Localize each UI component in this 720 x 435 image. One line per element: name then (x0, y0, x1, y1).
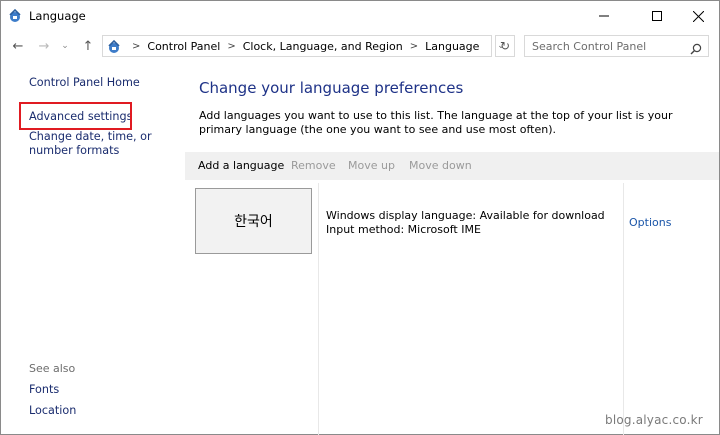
move-up-button[interactable]: Move up (348, 159, 395, 172)
column-divider (623, 183, 624, 435)
address-bar[interactable]: > Control Panel > Clock, Language, and R… (102, 35, 492, 57)
move-down-button[interactable]: Move down (409, 159, 472, 172)
main-content: Change your language preferences Add lan… (185, 61, 719, 435)
page-title: Change your language preferences (199, 79, 464, 97)
close-button[interactable] (675, 1, 720, 31)
language-tile[interactable]: 한국어 (195, 188, 312, 254)
language-window: Language ← → ⌄ ↑ > Control Panel > Clock… (0, 0, 720, 435)
breadcrumb-separator: > (227, 40, 236, 52)
refresh-icon[interactable]: ↻ (495, 35, 515, 57)
minimize-icon (599, 15, 609, 17)
options-link[interactable]: Options (629, 216, 671, 229)
location-link[interactable]: Location (29, 404, 76, 418)
change-date-time-formats-link[interactable]: Change date, time, or number formats (29, 130, 179, 158)
left-navigation-pane: Control Panel Home Advanced settings Cha… (1, 61, 185, 435)
forward-arrow-icon[interactable]: → (35, 37, 53, 55)
search-input[interactable] (525, 36, 685, 56)
breadcrumb-language[interactable]: Language (425, 40, 479, 53)
column-divider (318, 183, 319, 435)
breadcrumb-clock-language-region[interactable]: Clock, Language, and Region (243, 40, 403, 53)
control-panel-home-link[interactable]: Control Panel Home (29, 76, 140, 90)
highlight-box (19, 102, 132, 130)
breadcrumb-control-panel[interactable]: Control Panel (147, 40, 220, 53)
remove-button[interactable]: Remove (291, 159, 336, 172)
watermark: blog.alyac.co.kr (605, 413, 703, 427)
close-icon (692, 10, 704, 22)
language-list-item[interactable]: 한국어 Windows display language: Available … (185, 183, 719, 435)
search-icon[interactable] (690, 40, 702, 55)
breadcrumb: > Control Panel > Clock, Language, and R… (125, 36, 479, 56)
fonts-link[interactable]: Fonts (29, 383, 59, 397)
minimize-button[interactable] (581, 1, 627, 31)
back-arrow-icon[interactable]: ← (9, 37, 27, 55)
title-bar: Language (1, 1, 719, 31)
maximize-icon (652, 11, 662, 21)
see-also-label: See also (29, 362, 76, 375)
recent-locations-chevron-icon[interactable]: ⌄ (59, 37, 71, 55)
language-details: Windows display language: Available for … (326, 209, 605, 237)
add-language-button[interactable]: Add a language (198, 159, 284, 172)
control-panel-icon (106, 39, 122, 55)
language-toolbar: Add a language Remove Move up Move down (185, 152, 719, 180)
display-language-status: Windows display language: Available for … (326, 209, 605, 222)
breadcrumb-separator: > (409, 40, 419, 52)
window-title: Language (29, 9, 86, 23)
control-panel-icon (7, 8, 23, 24)
page-description: Add languages you want to use to this li… (199, 109, 673, 136)
breadcrumb-separator: > (132, 40, 141, 52)
up-arrow-icon[interactable]: ↑ (79, 37, 97, 55)
search-box[interactable] (524, 35, 709, 57)
input-method-label: Input method: Microsoft IME (326, 223, 481, 236)
maximize-button[interactable] (634, 1, 680, 31)
